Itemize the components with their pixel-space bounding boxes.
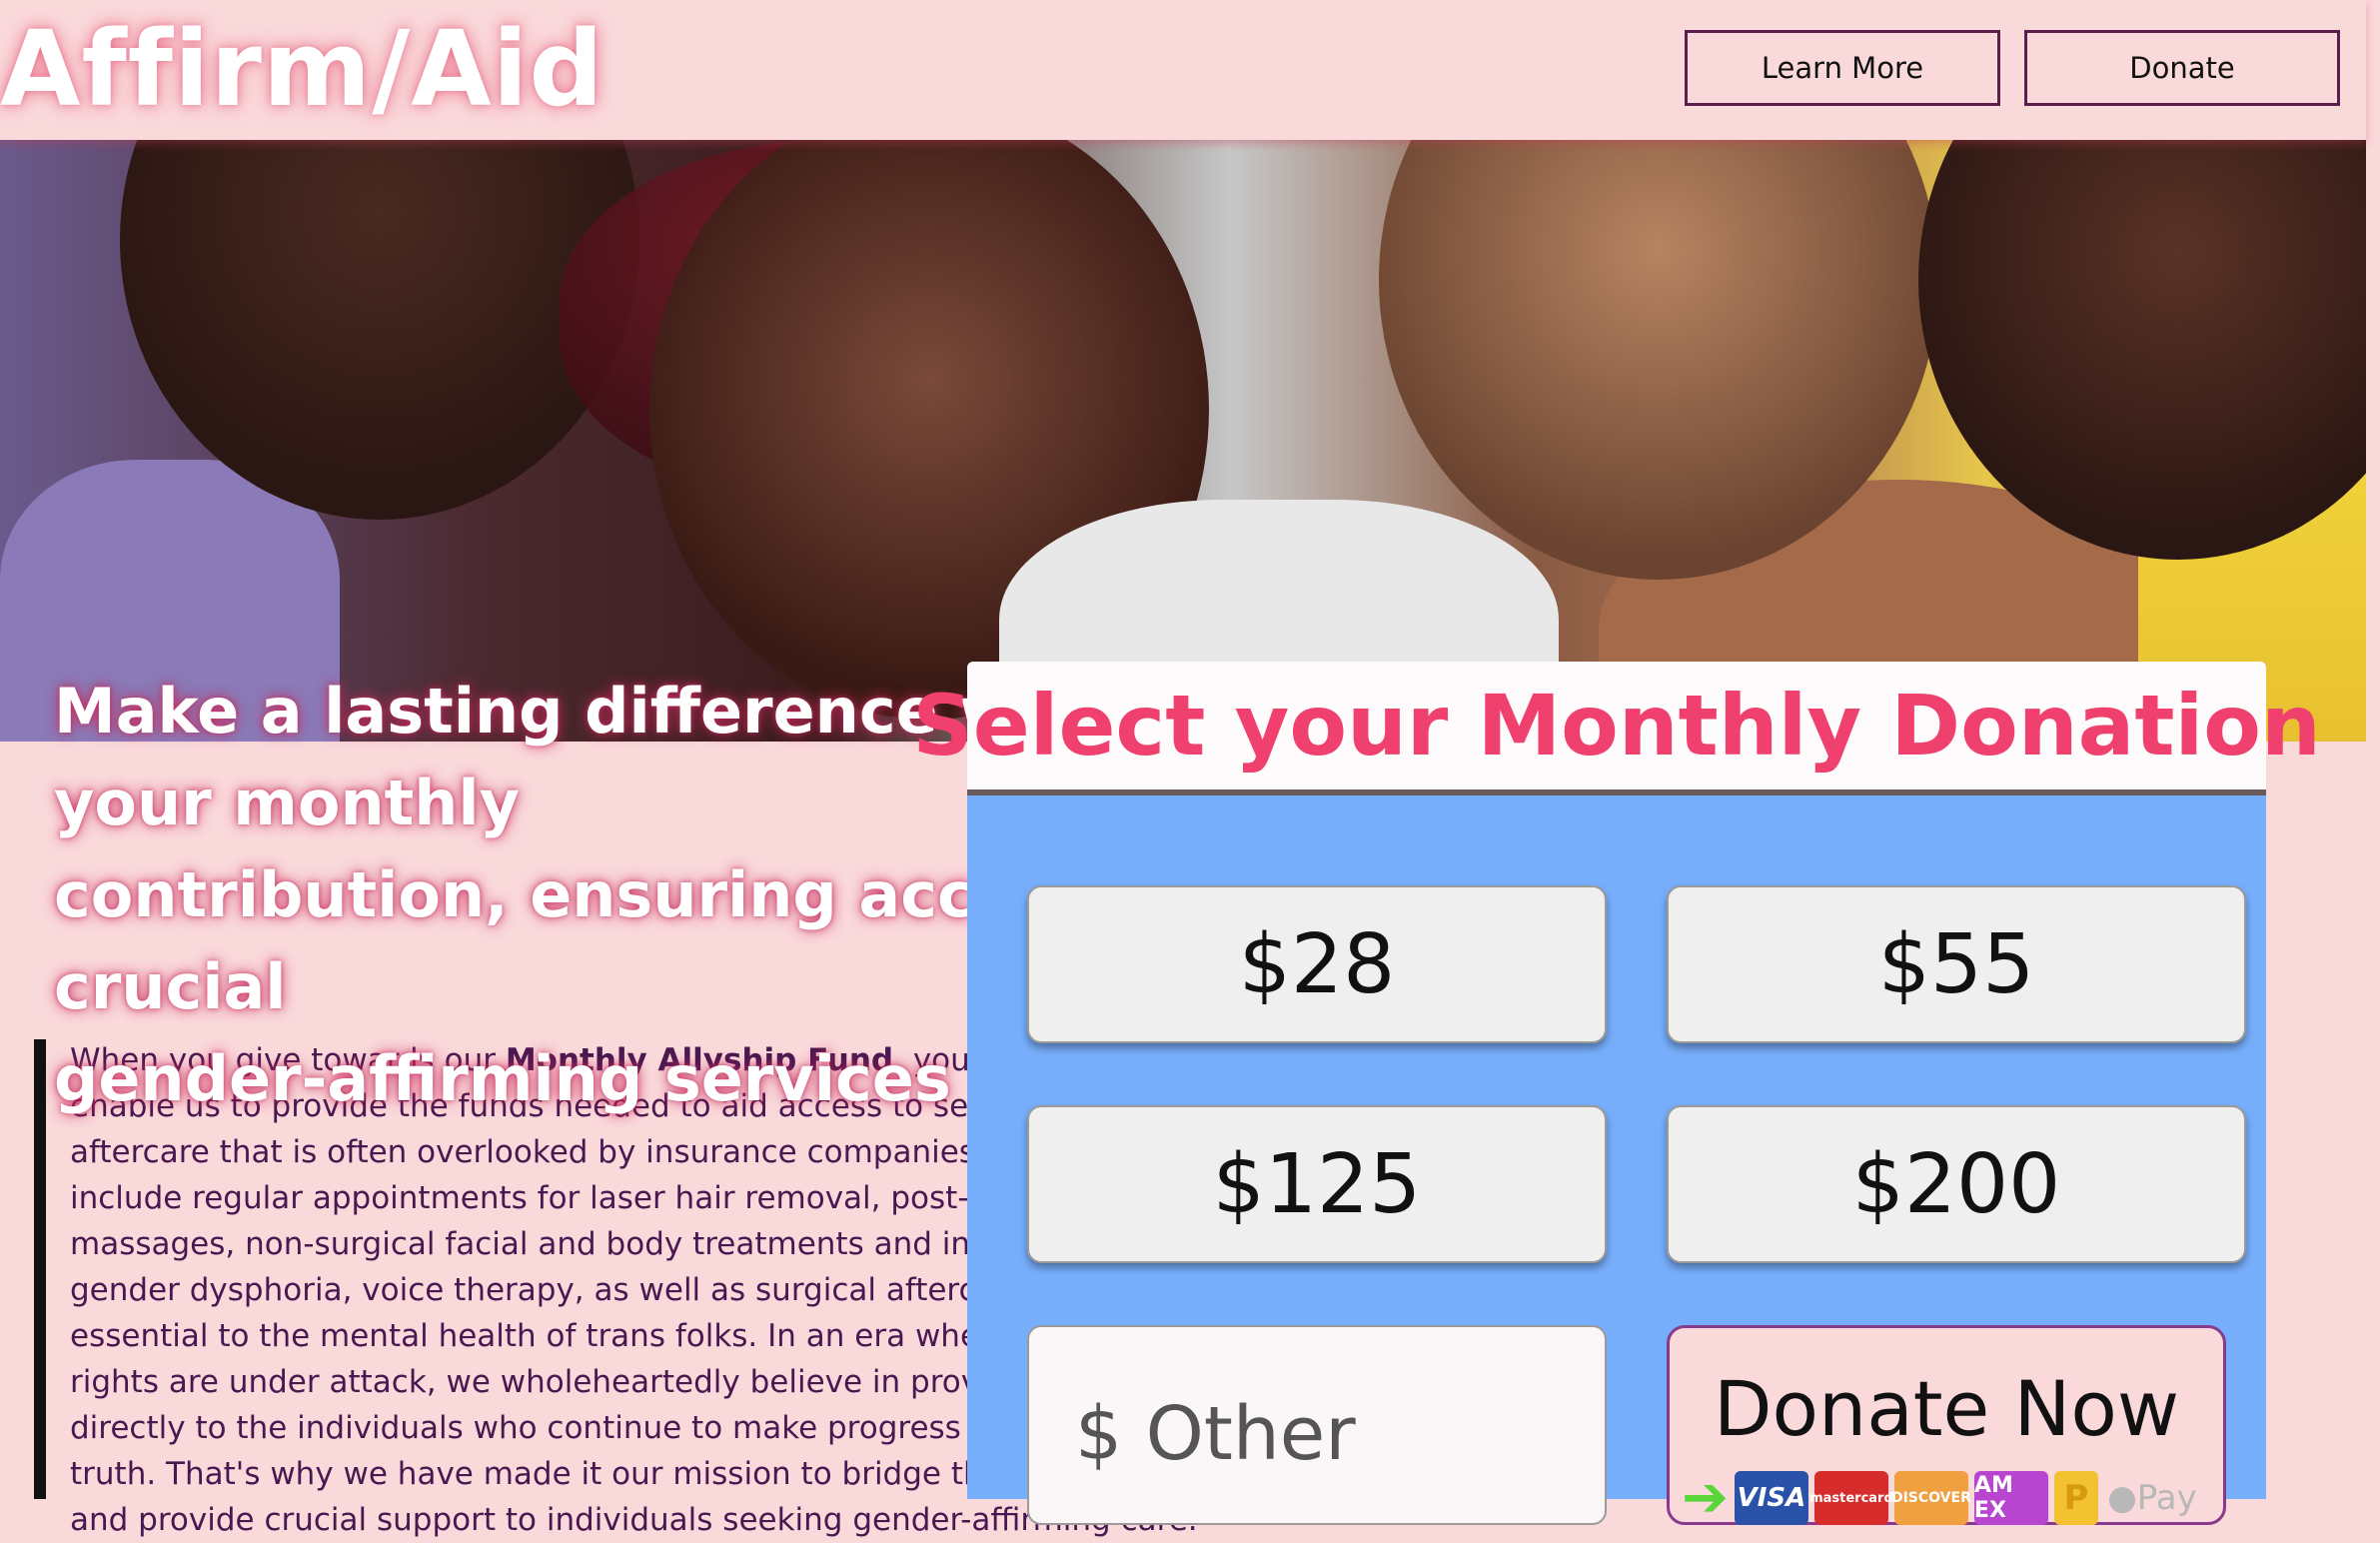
other-amount-input[interactable]: $ Other bbox=[1027, 1325, 1607, 1525]
donation-title: Select your Monthly Donation bbox=[912, 677, 2321, 774]
donation-options: $28 $55 $125 $200 $ Other Donate Now ➔ V… bbox=[967, 795, 2266, 1526]
mastercard-icon: mastercard bbox=[1809, 1471, 1893, 1525]
amount-28-button[interactable]: $28 bbox=[1027, 885, 1607, 1043]
amount-125-button[interactable]: $125 bbox=[1027, 1105, 1607, 1263]
site-logo[interactable]: Affirm/Aid bbox=[0, 8, 604, 130]
amex-icon: AM EX bbox=[1973, 1471, 2048, 1525]
paypal-icon: P bbox=[2053, 1471, 2098, 1525]
donation-panel: Select your Monthly Donation $28 $55 $12… bbox=[912, 662, 2321, 1526]
apple-pay-icon: ● Pay bbox=[2104, 1471, 2200, 1525]
learn-more-button[interactable]: Learn More bbox=[1685, 30, 2000, 106]
apple-icon: ● bbox=[2107, 1478, 2137, 1518]
amount-200-button[interactable]: $200 bbox=[1667, 1105, 2246, 1263]
site-header: Affirm/Aid Learn More Donate bbox=[0, 0, 2366, 140]
quote-bar bbox=[34, 1039, 46, 1499]
apple-pay-label: Pay bbox=[2136, 1478, 2197, 1518]
visa-icon: VISA bbox=[1734, 1471, 1808, 1525]
payment-methods: ➔ VISA mastercard DISCOVER AM EX P ● Pay bbox=[1682, 1468, 2200, 1528]
donate-now-label: Donate Now bbox=[1714, 1364, 2179, 1453]
amount-55-button[interactable]: $55 bbox=[1667, 885, 2246, 1043]
hero-image bbox=[0, 140, 2366, 742]
donate-now-button[interactable]: Donate Now ➔ VISA mastercard DISCOVER AM… bbox=[1667, 1325, 2226, 1528]
donate-nav-button[interactable]: Donate bbox=[2024, 30, 2340, 106]
discover-icon: DISCOVER bbox=[1891, 1471, 1971, 1525]
donation-panel-header: Select your Monthly Donation bbox=[912, 662, 2321, 795]
other-amount-placeholder: $ Other bbox=[1075, 1391, 1356, 1477]
arrow-right-icon: ➔ bbox=[1682, 1465, 1729, 1530]
